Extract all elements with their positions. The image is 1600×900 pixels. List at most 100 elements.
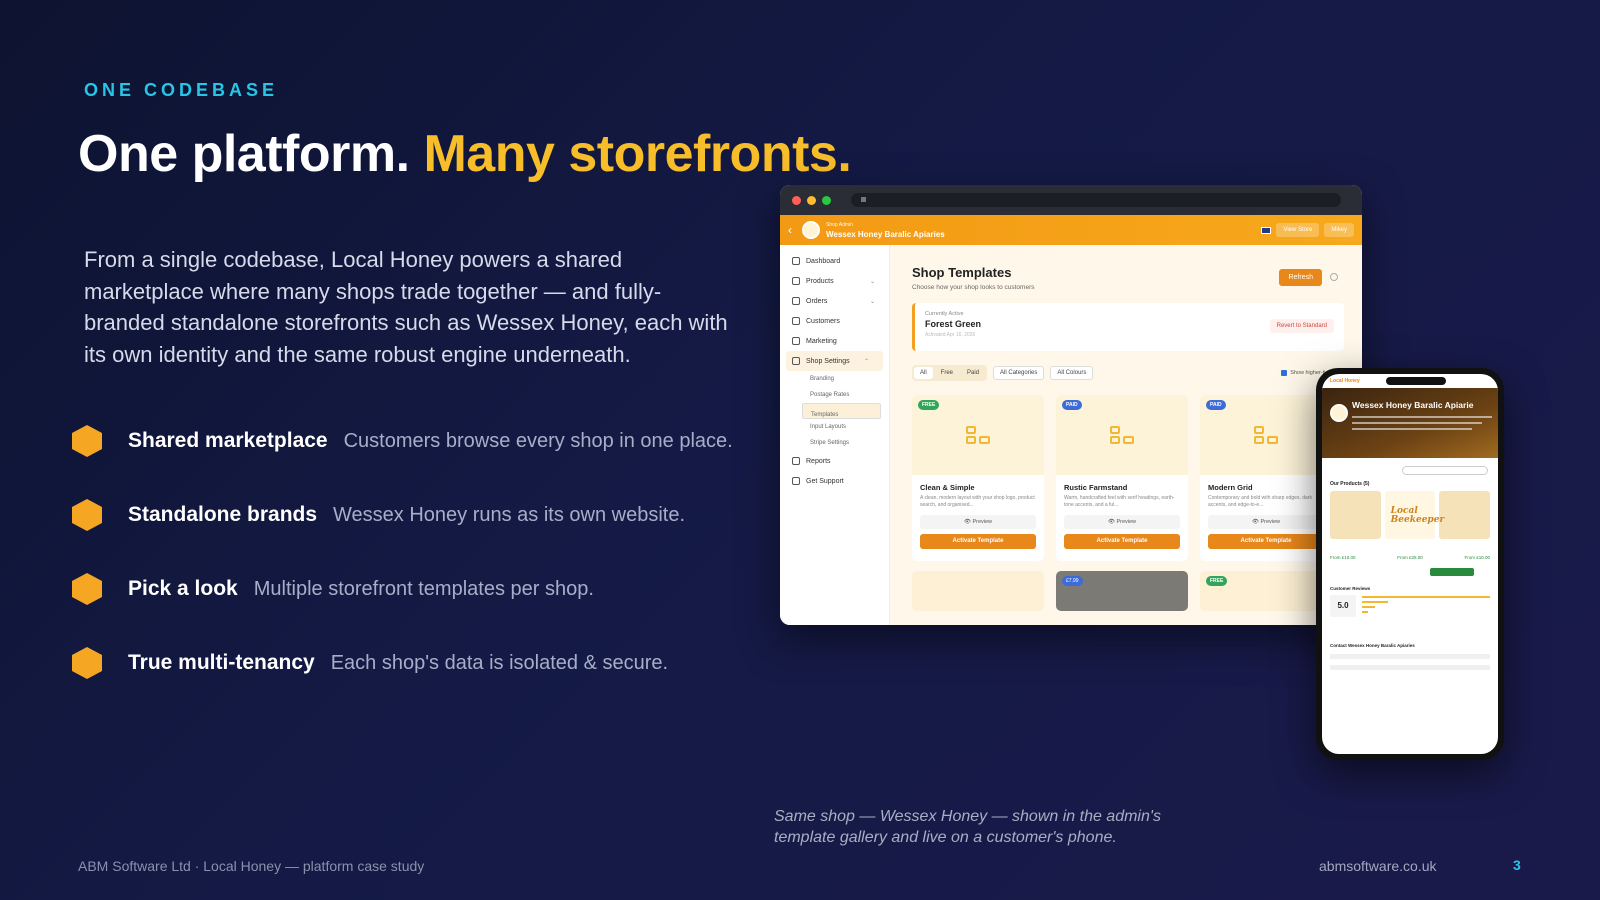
sidebar-item-label: Reports <box>806 457 831 465</box>
sidebar-item-orders: Orders ⌄ <box>780 291 889 311</box>
maximize-dot-icon <box>822 195 831 205</box>
brand-label: Local Honey <box>1330 378 1360 384</box>
sidebar-item-label: Marketing <box>806 337 837 345</box>
sidebar-subitem-templates: Templates <box>802 403 881 419</box>
shop-logo <box>802 221 820 239</box>
storefront-search <box>1402 466 1488 475</box>
chevron-down-icon: ⌄ <box>869 298 875 305</box>
uk-flag-icon <box>1261 226 1272 234</box>
admin-main: Shop Templates Choose how your shop look… <box>890 245 1362 625</box>
shop-admin-label: Shop Admin <box>826 222 853 228</box>
feature-item: Standalone brands Wessex Honey runs as i… <box>72 498 733 532</box>
chevron-down-icon: ⌄ <box>869 278 875 285</box>
feature-title: True multi-tenancy <box>128 651 315 674</box>
template-thumbnail: FREE <box>912 395 1044 475</box>
rating-summary: 5.0 <box>1330 595 1490 617</box>
sidebar-item-dashboard: Dashboard <box>780 251 889 271</box>
revert-button: Revert to Standard <box>1269 319 1334 333</box>
product-card <box>1439 491 1491 539</box>
shop-name: Wessex Honey Baralic Apiaries <box>826 230 945 239</box>
box-icon <box>792 277 800 285</box>
preview-button: 👁 Preview <box>1064 515 1180 529</box>
template-card: FREE <box>1200 571 1332 611</box>
sidebar-subitem-postage: Postage Rates <box>810 392 850 398</box>
active-template-card: Currently Active Forest Green Activated … <box>912 303 1344 351</box>
template-desc: Warm, handcrafted feel with serif headin… <box>1064 495 1175 508</box>
url-bar <box>851 193 1341 207</box>
rating-score: 5.0 <box>1330 595 1356 617</box>
product-card <box>1330 491 1381 539</box>
minimize-dot-icon <box>807 195 816 205</box>
feature-desc: Multiple storefront templates per shop. <box>253 577 594 600</box>
hexagon-icon <box>72 573 102 605</box>
template-name: Rustic Farmstand <box>1064 483 1128 492</box>
intro-paragraph: From a single codebase, Local Honey powe… <box>84 247 728 367</box>
feature-desc: Each shop's data is isolated & secure. <box>330 651 669 674</box>
price-badge: PAID <box>1206 400 1226 410</box>
admin-header: ‹ Shop Admin Wessex Honey Baralic Apiari… <box>780 215 1362 245</box>
template-name: Clean & Simple <box>920 483 975 492</box>
contact-heading: Contact Wessex Honey Baralic Apiaries <box>1330 643 1415 648</box>
users-icon <box>792 317 800 325</box>
filter-all: All <box>914 367 933 379</box>
product-card: Local Beekeeper <box>1384 491 1444 539</box>
template-thumbnail: PAID <box>1200 395 1332 475</box>
sidebar-item-products: Products ⌄ <box>780 271 889 291</box>
template-grid: FREE Clean & Simple A clean, modern layo… <box>912 395 1344 561</box>
sidebar-item-label: Products <box>806 277 834 285</box>
gear-icon <box>792 357 800 365</box>
sidebar-item-support: Get Support <box>780 471 889 491</box>
bag-icon <box>792 297 800 305</box>
view-store-button: View Store <box>1276 223 1320 237</box>
phone-notch <box>1386 377 1446 385</box>
sidebar-subitem-stripe: Stripe Settings <box>810 440 850 446</box>
sidebar-item-label: Get Support <box>806 477 844 485</box>
layout-icon <box>1254 426 1278 444</box>
price-filter: All Free Paid <box>912 365 988 381</box>
template-desc: Contemporary and bold with sharp edges, … <box>1208 495 1312 508</box>
sidebar-item-label: Dashboard <box>806 257 841 265</box>
chart-icon <box>792 457 800 465</box>
filter-free: Free <box>940 370 954 376</box>
template-grid-row2: £7.99 FREE <box>912 571 1344 611</box>
filter-paid: Paid <box>967 370 980 376</box>
template-card: FREE Clean & Simple A clean, modern layo… <box>912 395 1044 561</box>
category-select: All Categories <box>993 366 1045 380</box>
price-label: From £10.00 <box>1464 555 1490 560</box>
template-card: £7.99 <box>1056 571 1188 611</box>
hero-text-line <box>1352 422 1482 424</box>
help-icon <box>792 477 800 485</box>
product-prices: From £10.00 From £25.00 From £10.00 <box>1330 555 1490 560</box>
back-arrow-icon: ‹ <box>788 223 792 237</box>
page-title: One platform. Many storefronts. <box>78 124 852 184</box>
hexagon-icon <box>72 499 102 531</box>
lock-icon <box>861 197 866 202</box>
feature-desc: Wessex Honey runs as its own website. <box>333 503 686 526</box>
price-label: From £10.00 <box>1330 555 1356 560</box>
user-menu: Mikey <box>1324 223 1354 237</box>
hexagon-icon <box>72 647 102 679</box>
feature-item: Pick a look Multiple storefront template… <box>72 572 733 606</box>
price-badge: £7.99 <box>1062 576 1083 586</box>
feature-item: Shared marketplace Customers browse ever… <box>72 424 733 458</box>
storefront-shop-name: Wessex Honey Baralic Apiarie <box>1352 400 1474 410</box>
footer-credit: ABM Software Ltd · Local Honey — platfor… <box>78 858 425 874</box>
active-label: Currently Active <box>925 311 964 317</box>
sidebar-subitem-branding: Branding <box>810 376 835 382</box>
activate-template-button: Activate Template <box>920 534 1036 549</box>
sidebar-item-label: Orders <box>806 297 828 305</box>
close-dot-icon <box>792 195 801 205</box>
sidebar-subitem-input-layouts: Input Layouts <box>810 424 847 430</box>
price-badge: FREE <box>1206 576 1228 586</box>
feature-item: True multi-tenancy Each shop's data is i… <box>72 646 733 680</box>
layout-icon <box>966 426 990 444</box>
rating-bars <box>1362 596 1490 616</box>
storefront-hero: Wessex Honey Baralic Apiarie <box>1322 388 1498 458</box>
hero-text-line <box>1352 428 1472 430</box>
admin-browser-mockup: ‹ Shop Admin Wessex Honey Baralic Apiari… <box>780 185 1362 625</box>
template-card <box>912 571 1044 611</box>
browser-chrome <box>780 185 1362 215</box>
sidebar-item-label: Shop Settings <box>806 357 850 365</box>
home-icon <box>792 257 800 265</box>
help-circle-icon <box>1330 273 1338 281</box>
